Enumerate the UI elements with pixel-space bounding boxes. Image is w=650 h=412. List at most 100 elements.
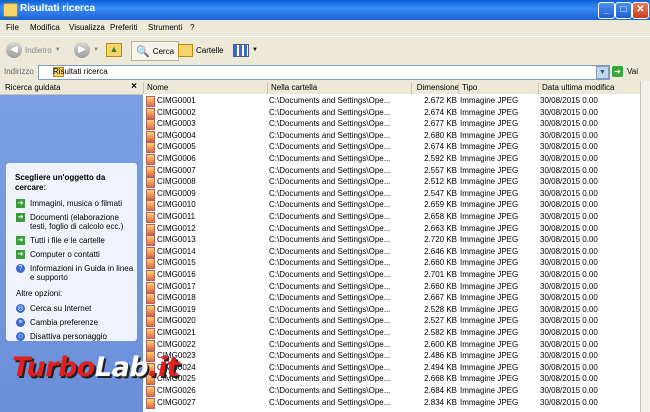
search-button[interactable]: 🔍 Cerca [131, 41, 180, 61]
cell-date: 30/08/2015 0.00 [540, 351, 598, 361]
forward-button[interactable]: ▶ ▼ [74, 41, 99, 59]
table-row[interactable]: CIMG0013 C:\Documents and Settings\Ope...… [143, 234, 640, 247]
table-row[interactable]: CIMG0026 C:\Documents and Settings\Ope...… [143, 385, 640, 397]
table-row[interactable]: CIMG0020 C:\Documents and Settings\Ope...… [143, 315, 640, 328]
cell-size: 2.672 KB [424, 96, 457, 105]
cell-type: Immagine JPEG [460, 235, 519, 245]
table-row[interactable]: CIMG0009 C:\Documents and Settings\Ope...… [143, 188, 640, 200]
cell-size: 2.494 KB [424, 362, 457, 372]
address-label: Indirizzo [4, 67, 34, 76]
back-button[interactable]: ◀ Indietro ▼ [6, 41, 61, 59]
views-icon [233, 43, 249, 57]
table-row[interactable]: CIMG0011 C:\Documents and Settings\Ope...… [143, 211, 640, 223]
cell-type: Immagine JPEG [460, 293, 519, 303]
column-size[interactable]: Dimensione [411, 83, 462, 94]
close-button[interactable]: ✕ [632, 2, 649, 19]
column-type[interactable]: Tipo [458, 83, 538, 94]
table-row[interactable]: CIMG0007 C:\Documents and Settings\Ope...… [143, 165, 640, 177]
table-row[interactable]: CIMG0004 C:\Documents and Settings\Ope...… [143, 130, 640, 142]
cell-size: 2.677 KB [424, 119, 457, 129]
address-input[interactable]: Risultati ricerca [38, 65, 610, 80]
jpeg-file-icon [146, 119, 155, 131]
results-list: CIMG0001 C:\Documents and Settings\Ope...… [143, 94, 640, 412]
cell-name: CIMG0006 [157, 154, 196, 163]
jpeg-file-icon [146, 397, 155, 409]
search-options-card: Scegliere un'oggetto da cercare: ➜ Immag… [6, 163, 137, 341]
cell-date: 30/08/2015 0.00 [540, 107, 598, 117]
cell-date: 30/08/2015 0.00 [540, 362, 598, 372]
go-arrow-icon[interactable]: ➜ [612, 66, 623, 77]
column-date[interactable]: Data ultima modifica [538, 83, 640, 94]
cell-date: 30/08/2015 0.00 [540, 130, 598, 140]
table-row[interactable]: CIMG0014 C:\Documents and Settings\Ope...… [143, 246, 640, 258]
maximize-button[interactable]: □ [615, 2, 632, 19]
address-dropdown-icon[interactable]: ▼ [596, 66, 609, 79]
cell-date: 30/08/2015 0.00 [540, 316, 598, 326]
minimize-button[interactable]: _ [598, 2, 615, 19]
folders-button[interactable]: Cartelle [178, 41, 224, 59]
table-row[interactable]: CIMG0016 C:\Documents and Settings\Ope...… [143, 269, 640, 281]
go-button[interactable]: Vai [627, 67, 638, 76]
jpeg-file-icon [146, 142, 155, 154]
table-row[interactable]: CIMG0005 C:\Documents and Settings\Ope...… [143, 141, 640, 154]
table-row[interactable]: CIMG0008 C:\Documents and Settings\Ope...… [143, 176, 640, 189]
window-title: Risultati ricerca [20, 3, 96, 14]
cell-size: 2.684 KB [424, 386, 457, 395]
table-row[interactable]: CIMG0023 C:\Documents and Settings\Ope...… [143, 350, 640, 363]
cell-folder: C:\Documents and Settings\Ope... [269, 362, 391, 372]
menu-file[interactable]: File [6, 23, 19, 32]
chevron-down-icon: ▼ [54, 47, 61, 53]
table-row[interactable]: CIMG0002 C:\Documents and Settings\Ope...… [143, 107, 640, 119]
cell-folder: C:\Documents and Settings\Ope... [269, 142, 391, 152]
views-button[interactable]: ▼ [233, 41, 258, 59]
cell-type: Immagine JPEG [460, 223, 519, 233]
table-row[interactable]: CIMG0025 C:\Documents and Settings\Ope...… [143, 373, 640, 386]
cell-date: 30/08/2015 0.00 [540, 119, 598, 129]
cell-folder: C:\Documents and Settings\Ope... [269, 328, 391, 337]
table-row[interactable]: CIMG0017 C:\Documents and Settings\Ope...… [143, 281, 640, 293]
cell-folder: C:\Documents and Settings\Ope... [269, 397, 391, 407]
table-row[interactable]: CIMG0022 C:\Documents and Settings\Ope...… [143, 339, 640, 351]
up-folder-button[interactable]: ▲ [106, 41, 122, 59]
column-name[interactable]: Nome [143, 83, 267, 94]
menu-visualizza[interactable]: Visualizza [69, 23, 105, 32]
chevron-down-icon: ▼ [93, 47, 99, 53]
cell-type: Immagine JPEG [460, 281, 519, 291]
cell-type: Immagine JPEG [460, 165, 519, 175]
cell-type: Immagine JPEG [460, 304, 519, 314]
menu-modifica[interactable]: Modifica [30, 23, 60, 32]
table-row[interactable]: CIMG0021 C:\Documents and Settings\Ope...… [143, 327, 640, 339]
jpeg-file-icon [146, 304, 155, 316]
cell-folder: C:\Documents and Settings\Ope... [269, 177, 391, 187]
vertical-scrollbar[interactable] [640, 81, 650, 412]
table-row[interactable]: CIMG0003 C:\Documents and Settings\Ope...… [143, 118, 640, 131]
table-row[interactable]: CIMG0010 C:\Documents and Settings\Ope...… [143, 199, 640, 212]
cell-type: Immagine JPEG [460, 386, 519, 395]
cell-name: CIMG0005 [157, 142, 196, 152]
cell-folder: C:\Documents and Settings\Ope... [269, 304, 391, 314]
cell-name: CIMG0027 [157, 397, 196, 407]
table-row[interactable]: CIMG0006 C:\Documents and Settings\Ope...… [143, 153, 640, 165]
menu-strumenti[interactable]: Strumenti [148, 23, 182, 32]
column-folder[interactable]: Nella cartella [267, 83, 411, 94]
folder-search-icon [3, 3, 18, 17]
table-row[interactable]: CIMG0001 C:\Documents and Settings\Ope...… [143, 95, 640, 107]
table-row[interactable]: CIMG0024 C:\Documents and Settings\Ope...… [143, 362, 640, 374]
cell-date: 30/08/2015 0.00 [540, 374, 598, 384]
cell-name: CIMG0019 [157, 304, 196, 314]
table-row[interactable]: CIMG0012 C:\Documents and Settings\Ope...… [143, 223, 640, 235]
title-bar[interactable]: Risultati ricerca _ □ ✕ [0, 0, 650, 20]
menu-help[interactable]: ? [190, 23, 194, 32]
cell-folder: C:\Documents and Settings\Ope... [269, 293, 391, 303]
cell-type: Immagine JPEG [460, 328, 519, 337]
table-row[interactable]: CIMG0019 C:\Documents and Settings\Ope...… [143, 304, 640, 316]
pane-title: Ricerca guidata [5, 83, 61, 92]
pane-close-icon[interactable]: × [131, 81, 137, 92]
table-row[interactable]: CIMG0027 C:\Documents and Settings\Ope...… [143, 397, 640, 409]
cell-name: CIMG0012 [157, 223, 196, 233]
cell-name: CIMG0003 [157, 119, 196, 129]
table-row[interactable]: CIMG0015 C:\Documents and Settings\Ope...… [143, 257, 640, 270]
cell-size: 2.600 KB [424, 339, 457, 349]
table-row[interactable]: CIMG0018 C:\Documents and Settings\Ope...… [143, 292, 640, 305]
menu-preferiti[interactable]: Preferiti [110, 23, 138, 32]
